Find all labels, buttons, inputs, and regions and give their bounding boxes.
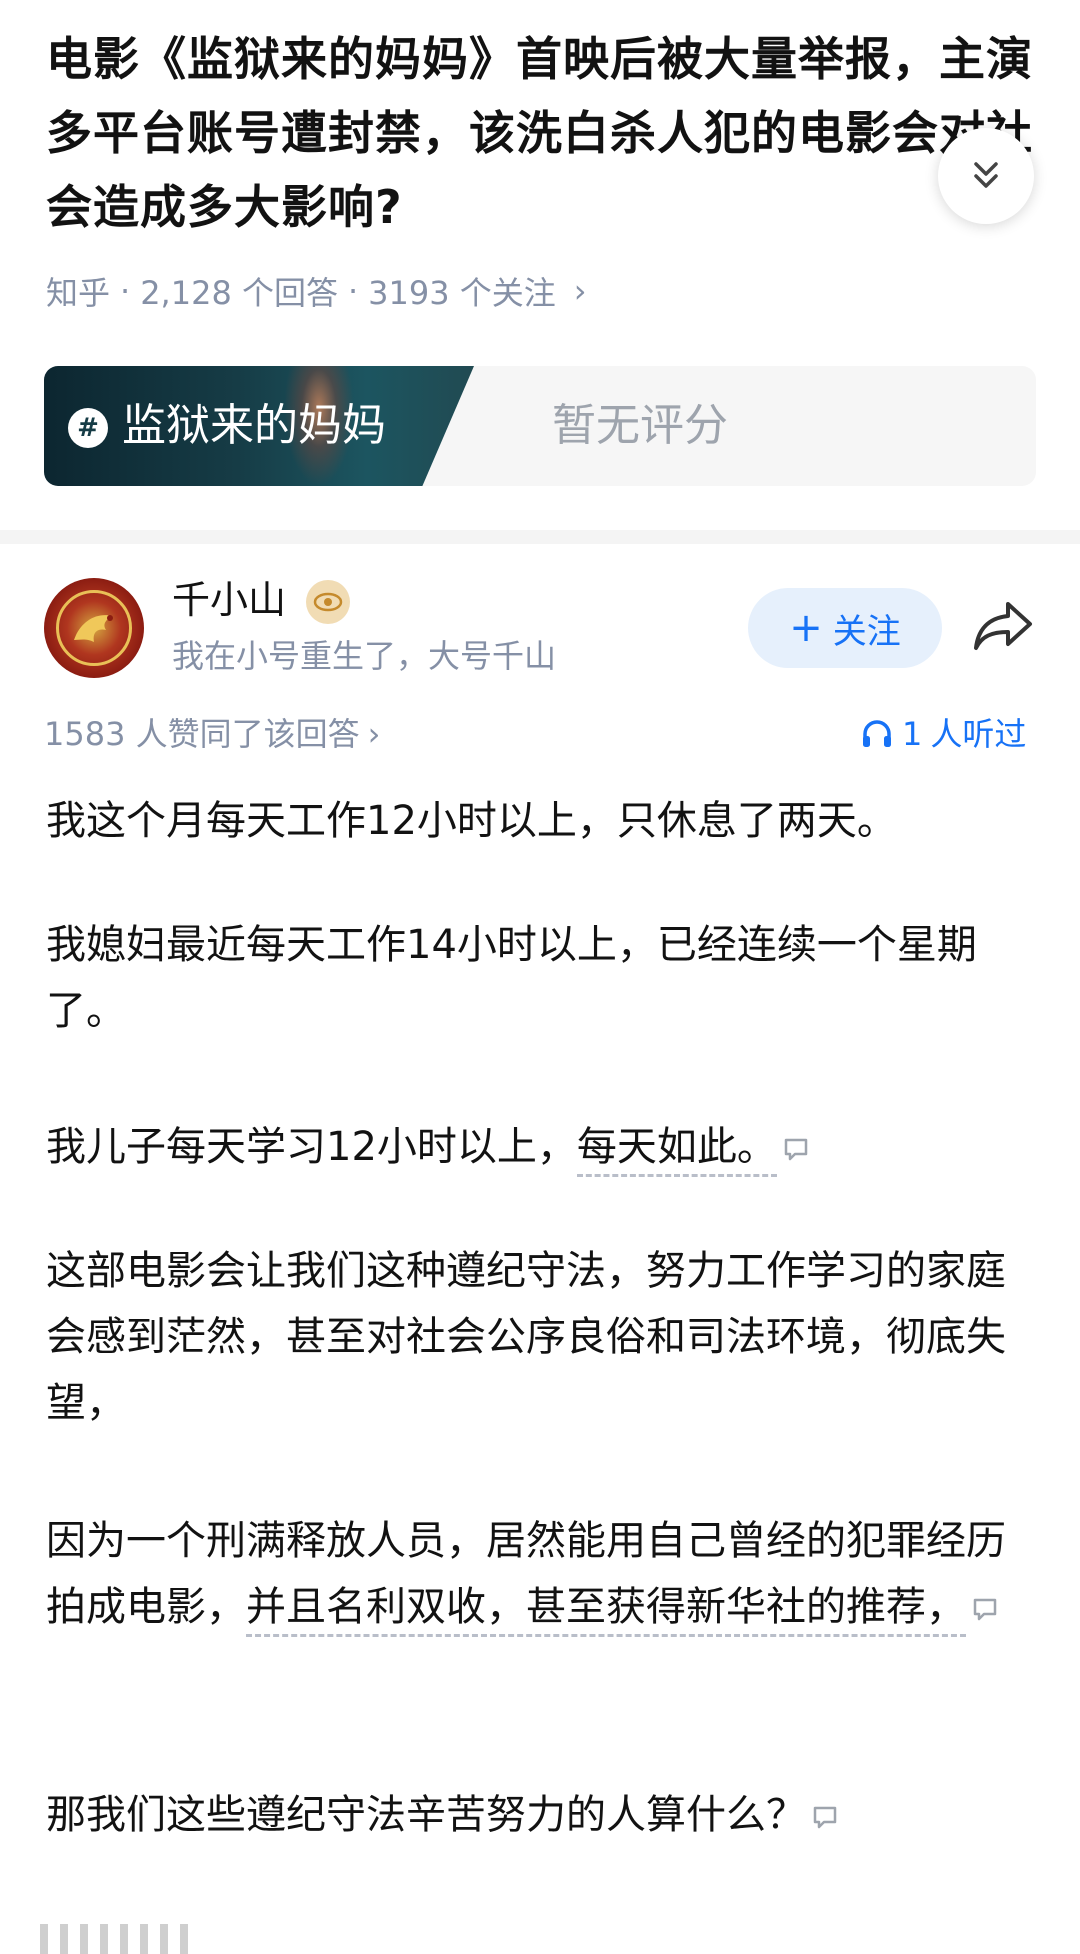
follow-label: 关注 xyxy=(832,611,901,652)
question-meta[interactable]: 知乎 · 2,128 个回答 · 3193 个关注 › xyxy=(46,268,587,314)
highlighted-text-link[interactable]: 并且名利双收，甚至获得新华社的推荐， xyxy=(246,1584,966,1637)
follow-button[interactable]: + 关注 xyxy=(748,588,942,668)
movie-name: 监狱来的妈妈 xyxy=(122,400,386,451)
question-title[interactable]: 电影《监狱来的妈妈》首映后被大量举报，主演多平台账号遭封禁，该洗白杀人犯的电影会… xyxy=(46,22,1036,244)
cut-off-glyph xyxy=(80,1924,88,1954)
comment-icon[interactable] xyxy=(783,1136,809,1162)
meta-separator: · xyxy=(347,272,359,310)
hashtag-icon: # xyxy=(68,408,108,448)
cut-off-content xyxy=(40,1916,340,1954)
verified-badge xyxy=(306,580,350,624)
author-bio: 我在小号重生了，大号千山 xyxy=(172,637,557,675)
cut-off-glyph xyxy=(180,1924,188,1954)
meta-separator: · xyxy=(120,272,131,310)
cut-off-glyph xyxy=(60,1924,68,1954)
vote-text: 1583 人赞同了该回答 xyxy=(44,715,360,753)
share-icon[interactable] xyxy=(970,596,1036,656)
answer-paragraph: 我儿子每天学习12小时以上，每天如此。 xyxy=(46,1114,1036,1180)
cut-off-glyph xyxy=(140,1924,148,1954)
eye-icon xyxy=(313,592,343,612)
dragon-emblem-icon xyxy=(74,615,113,642)
paragraph-text: 那我们这些遵纪守法辛苦努力的人算什么？ xyxy=(46,1792,806,1838)
comment-icon[interactable] xyxy=(972,1596,998,1622)
avatar[interactable] xyxy=(44,578,144,678)
plus-icon: + xyxy=(789,605,823,651)
cut-off-glyph xyxy=(100,1924,108,1954)
vote-summary[interactable]: 1583 人赞同了该回答 › xyxy=(44,712,380,756)
answer-paragraph: 我这个月每天工作12小时以上，只休息了两天。 xyxy=(46,798,897,844)
highlighted-text-link[interactable]: 每天如此。 xyxy=(576,1124,777,1177)
comment-icon[interactable] xyxy=(812,1804,838,1830)
answer-paragraph: 这部电影会让我们这种遵纪守法，努力工作学习的家庭会感到茫然，甚至对社会公序良俗和… xyxy=(46,1248,1006,1426)
listen-count: 1 xyxy=(902,715,923,753)
answer-paragraph: 因为一个刑满释放人员，居然能用自己曾经的犯罪经历拍成电影，并且名利双收，甚至获得… xyxy=(46,1508,1036,1640)
paragraph-text: 我儿子每天学习12小时以上， xyxy=(46,1124,577,1170)
expand-button[interactable] xyxy=(938,128,1034,224)
answer-count: 2,128 个回答 xyxy=(140,274,338,312)
listen-summary[interactable]: 1 人听过 xyxy=(860,712,1026,756)
author-name[interactable]: 千小山 xyxy=(172,574,286,626)
answer-paragraph: 我媳妇最近每天工作14小时以上，已经连续一个星期了。 xyxy=(46,922,977,1034)
movie-score: 暂无评分 xyxy=(552,400,728,451)
answer-paragraph: 那我们这些遵纪守法辛苦努力的人算什么？ xyxy=(46,1782,1036,1848)
listen-text: 人听过 xyxy=(930,715,1027,753)
section-divider xyxy=(0,530,1080,544)
follower-count: 3193 个关注 xyxy=(368,274,556,312)
chevron-right-icon: › xyxy=(367,715,381,753)
chevron-right-icon: › xyxy=(573,272,587,310)
double-chevron-down-icon xyxy=(974,162,998,188)
source-label: 知乎 xyxy=(46,274,111,312)
cut-off-glyph xyxy=(120,1924,128,1954)
cut-off-glyph xyxy=(160,1924,168,1954)
headphones-icon xyxy=(863,720,891,747)
cut-off-glyph xyxy=(40,1924,48,1954)
movie-card[interactable]: # 监狱来的妈妈 暂无评分 xyxy=(44,366,1036,486)
